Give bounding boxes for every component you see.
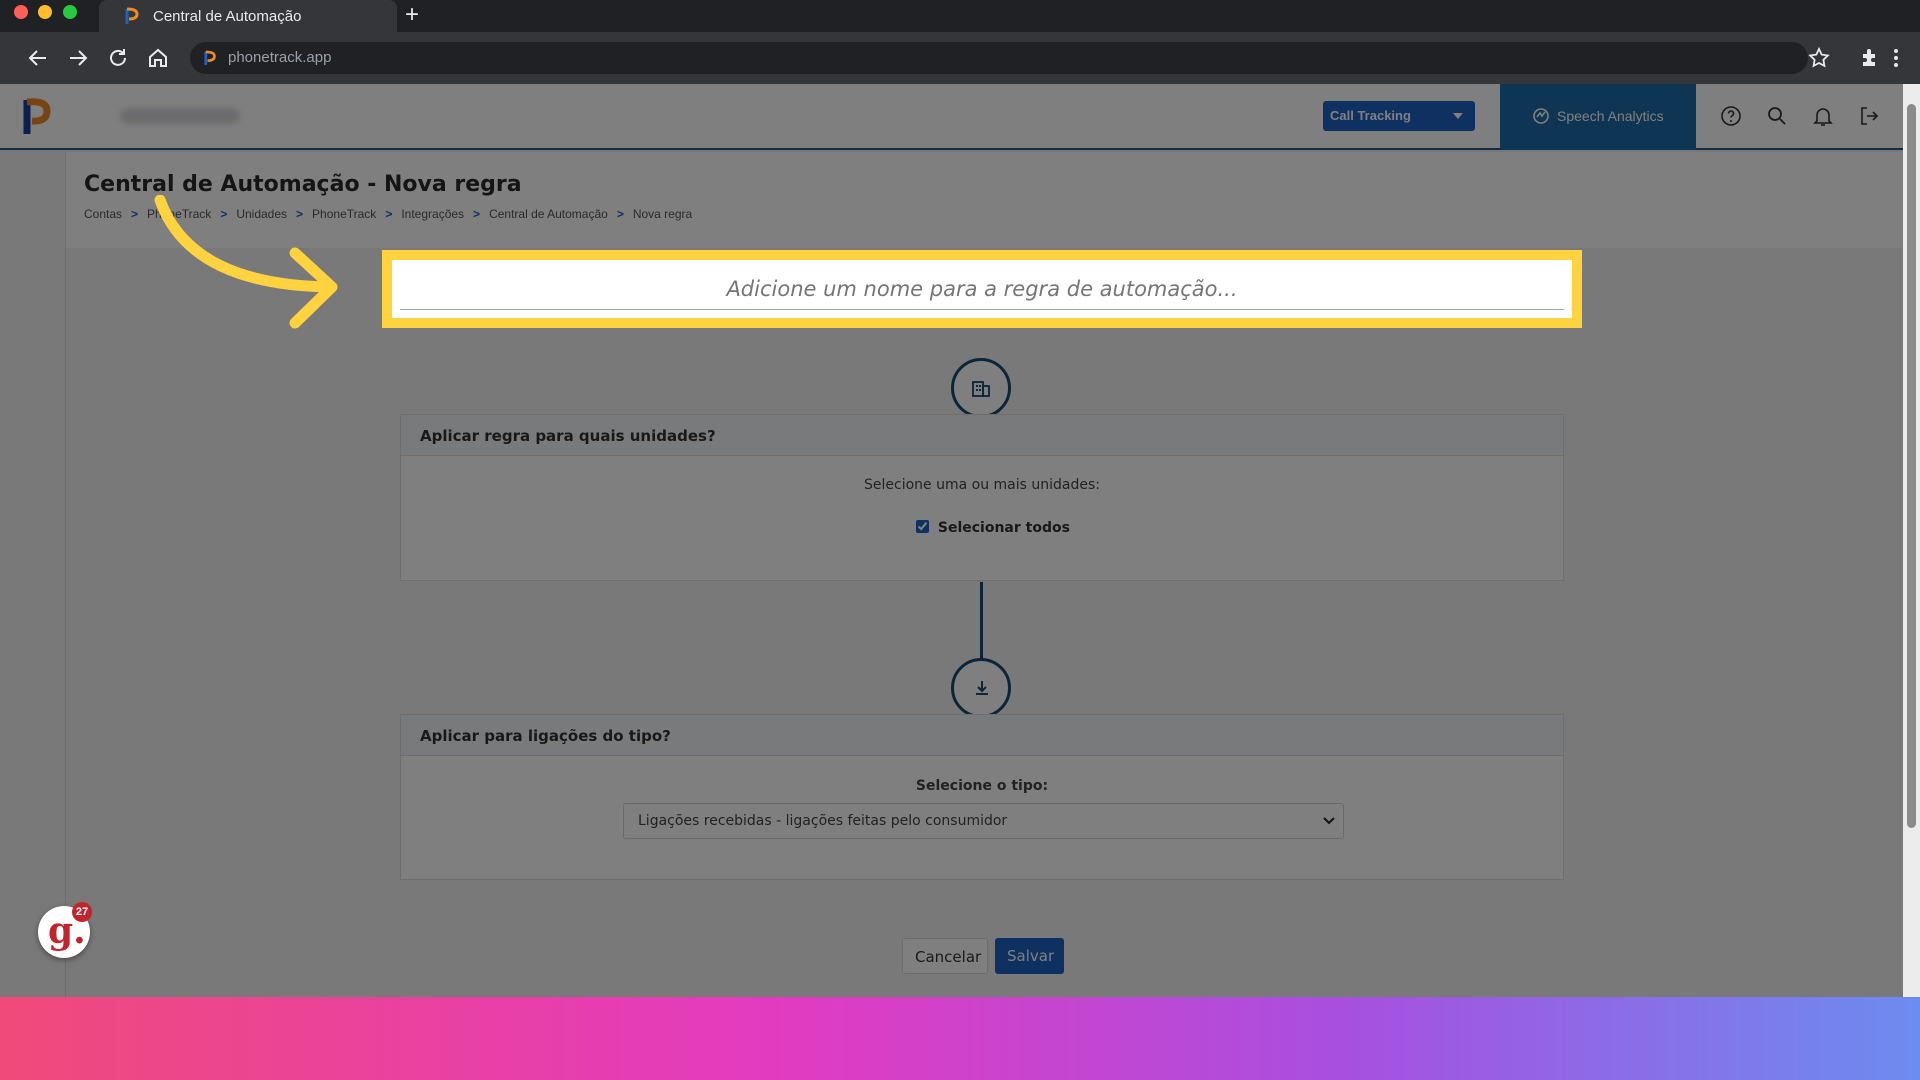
notifications-bell-icon[interactable]	[1811, 104, 1835, 128]
browser-toolbar: phonetrack.app	[0, 32, 1920, 84]
reload-icon[interactable]	[106, 46, 130, 70]
breadcrumb-separator: >	[473, 207, 481, 221]
annotation-arrow-icon	[154, 195, 338, 329]
select-all-label[interactable]: Selecionar todos	[916, 520, 1070, 536]
breadcrumb-separator: >	[616, 207, 624, 221]
guide-widget-count-badge: 27	[72, 902, 92, 922]
call-type-selected: Ligações recebidas - ligações feitas pel…	[638, 813, 1008, 829]
browser-tab-bar: Central de Automação +	[0, 0, 1920, 32]
breadcrumb-item-central[interactable]: Central de Automação	[489, 207, 608, 221]
speech-analytics-label: Speech Analytics	[1557, 108, 1664, 124]
phonetrack-logo-icon[interactable]	[22, 96, 52, 136]
breadcrumb-item-contas[interactable]: Contas	[84, 207, 122, 221]
cancel-button[interactable]: Cancelar	[902, 938, 988, 974]
units-card: Aplicar regra para quais unidades? Selec…	[400, 414, 1564, 581]
breadcrumb-item-integracoes[interactable]: Integrações	[401, 207, 464, 221]
breadcrumb-item-current: Nova regra	[632, 207, 693, 221]
breadcrumb-separator: >	[385, 207, 393, 221]
help-icon[interactable]	[1719, 104, 1743, 128]
site-icon	[204, 50, 216, 65]
sidebar	[0, 152, 66, 997]
chevron-down-icon	[1453, 113, 1463, 119]
call-type-step-circle	[951, 658, 1011, 718]
new-tab-button[interactable]: +	[405, 3, 419, 27]
logout-icon[interactable]	[1857, 104, 1881, 128]
select-all-text: Selecionar todos	[937, 520, 1070, 536]
speech-analytics-icon	[1533, 108, 1549, 124]
browser-menu-icon[interactable]	[1890, 46, 1902, 70]
speech-analytics-button[interactable]: Speech Analytics	[1500, 84, 1696, 150]
close-window-button[interactable]	[14, 5, 28, 19]
account-name	[120, 108, 240, 124]
extensions-icon[interactable]	[1858, 46, 1882, 70]
rule-name-input-focused[interactable]	[400, 268, 1564, 310]
units-card-title: Aplicar regra para quais unidades?	[401, 415, 1563, 456]
breadcrumb-separator: >	[131, 207, 139, 221]
browser-tab[interactable]: Central de Automação	[99, 0, 397, 32]
tab-title: Central de Automação	[153, 8, 302, 25]
forward-icon[interactable]	[66, 46, 90, 70]
download-arrow-icon	[976, 681, 988, 695]
search-icon[interactable]	[1765, 104, 1789, 128]
minimize-window-button[interactable]	[38, 5, 52, 19]
building-icon	[972, 381, 990, 397]
select-all-checkbox[interactable]	[916, 520, 929, 533]
maximize-window-button[interactable]	[63, 5, 77, 19]
product-select[interactable]: Call Tracking	[1323, 101, 1475, 131]
back-icon[interactable]	[26, 46, 50, 70]
rule-name-highlight-top	[382, 250, 1582, 328]
call-type-card-title: Aplicar para ligações do tipo?	[401, 715, 1563, 756]
product-select-label: Call Tracking	[1330, 108, 1411, 123]
home-icon[interactable]	[146, 46, 170, 70]
guide-widget-button[interactable]: g. 27	[38, 902, 92, 958]
phonetrack-favicon-icon	[125, 7, 139, 24]
units-instruction: Selecione uma ou mais unidades:	[864, 477, 1100, 493]
flow-connector	[980, 582, 983, 660]
url-text: phonetrack.app	[228, 49, 332, 66]
bottom-gradient-band	[0, 997, 1920, 1080]
save-button[interactable]: Salvar	[995, 938, 1064, 974]
call-type-card: Aplicar para ligações do tipo? Selecione…	[400, 714, 1564, 880]
app-header: Call Tracking Speech Analytics	[0, 84, 1903, 150]
scrollbar-thumb[interactable]	[1907, 104, 1916, 828]
call-type-select[interactable]: Ligações recebidas - ligações feitas pel…	[623, 803, 1344, 839]
units-step-circle	[951, 358, 1011, 418]
call-type-label: Selecione o tipo:	[915, 778, 1049, 794]
chevron-down-icon	[1323, 817, 1335, 825]
bookmark-star-icon[interactable]	[1807, 46, 1831, 70]
page-scrollbar[interactable]	[1903, 84, 1920, 997]
page-title: Central de Automação - Nova regra	[84, 172, 522, 197]
address-bar[interactable]: phonetrack.app	[190, 42, 1808, 74]
